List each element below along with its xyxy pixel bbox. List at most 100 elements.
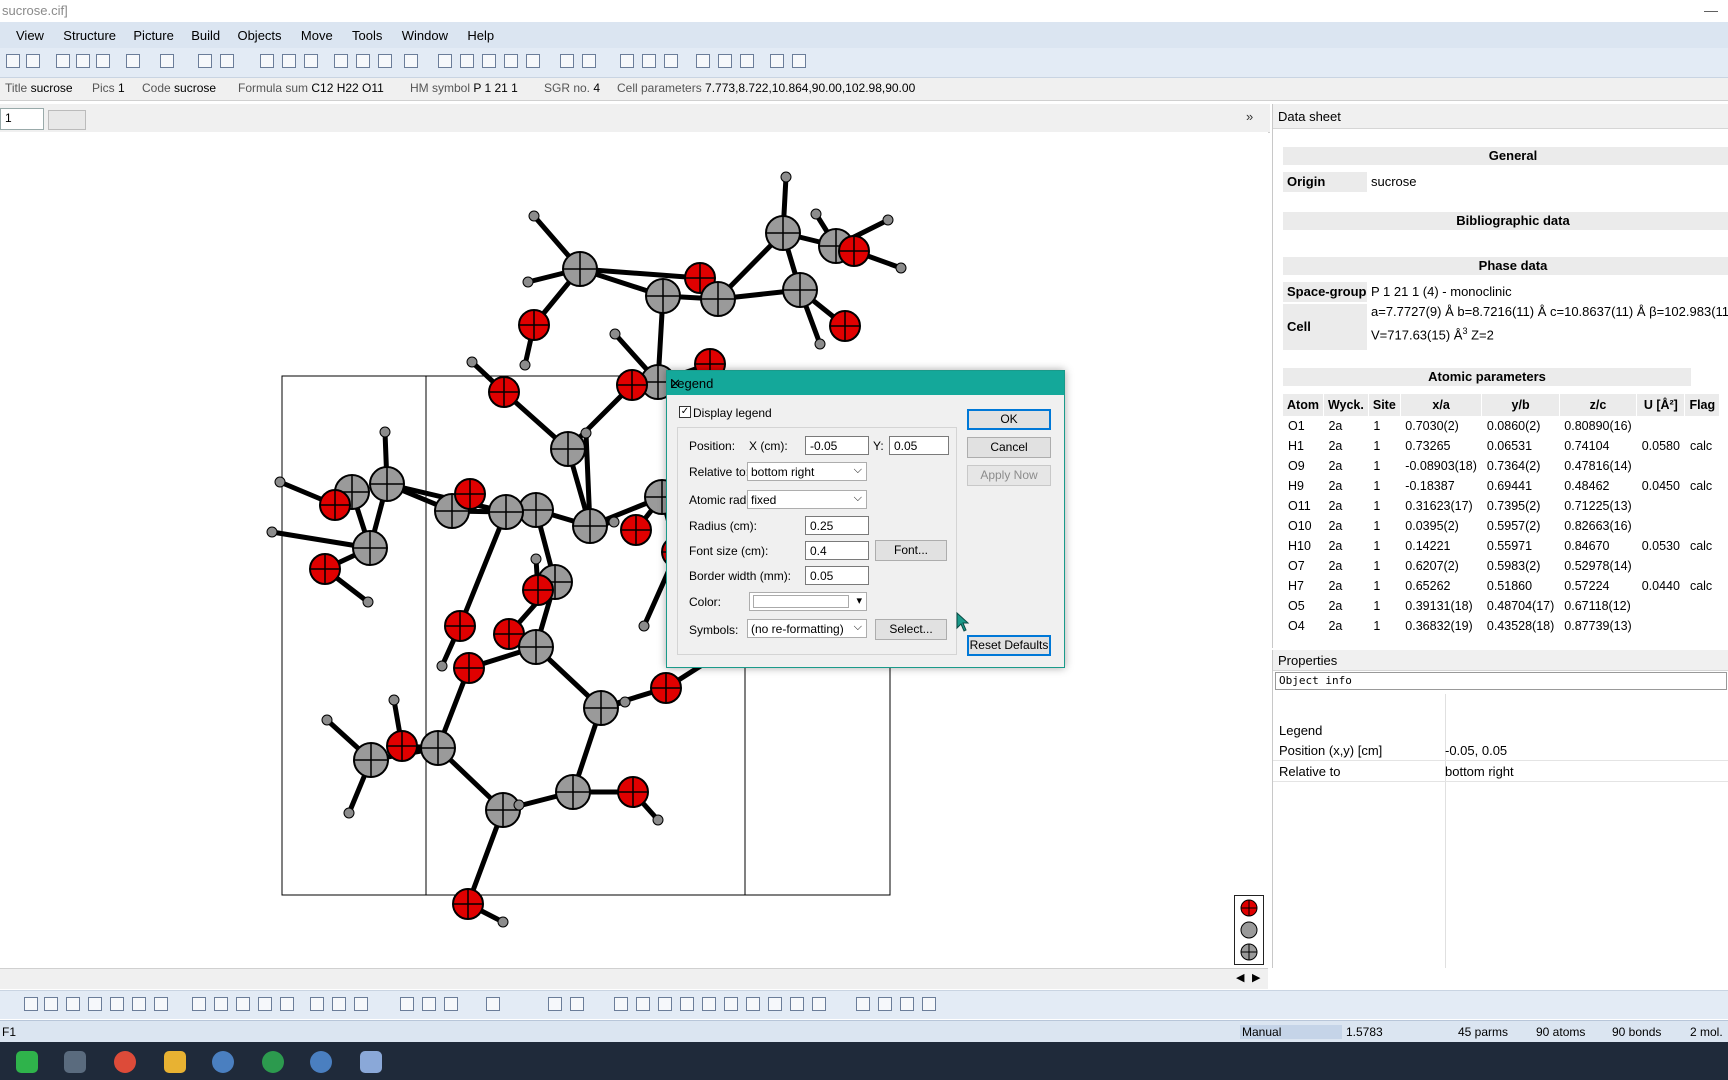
polyhedra-icon[interactable] [110,997,124,1011]
oxygen-atom[interactable] [522,574,554,606]
hydrogen-atom[interactable] [362,596,374,608]
remove-icon[interactable] [444,997,458,1011]
hexagon-icon[interactable] [192,997,206,1011]
table-row[interactable]: H9 2a 1 -0.18387 0.69441 0.48462 0.0450 calc [1283,476,1720,496]
table-row[interactable]: O10 2a 1 0.0395(2) 0.5957(2) 0.82663(16) [1283,516,1720,536]
color-select[interactable]: ▾ [749,592,867,611]
font-size-input[interactable] [805,541,869,560]
move-icon[interactable] [636,997,650,1011]
carbon-atom[interactable] [353,742,389,778]
atom-legend-box[interactable] [1234,895,1264,965]
table-row[interactable]: O11 2a 1 0.31623(17) 0.7395(2) 0.71225(13) [1283,496,1720,516]
undo-icon[interactable] [126,54,140,68]
atomic-radii-select[interactable]: fixed ⌵ [747,490,867,509]
diamond-icon[interactable] [360,1051,382,1073]
hydrogen-atom[interactable] [266,526,278,538]
measure2-icon[interactable] [790,997,804,1011]
hydrogen-atom[interactable] [814,338,826,350]
carbon-atom[interactable] [782,272,818,308]
triangle-tool-icon[interactable] [878,997,892,1011]
image-icon[interactable] [504,54,518,68]
carbon-atom[interactable] [518,492,554,528]
carbon-atom[interactable] [572,508,608,544]
oxygen-atom[interactable] [453,652,485,684]
arrow-left-icon[interactable] [560,54,574,68]
scroll-right-icon[interactable]: ▶ [1252,971,1260,984]
hydrogen-atom[interactable] [895,262,907,274]
home-icon[interactable] [746,997,760,1011]
cancel-button[interactable]: Cancel [967,437,1051,458]
hydrogen-atom[interactable] [513,799,525,811]
menu-help[interactable]: Help [467,28,494,43]
copy-icon[interactable] [76,54,90,68]
angle-icon[interactable] [724,997,738,1011]
table-row[interactable]: H1 2a 1 0.73265 0.06531 0.74104 0.0580 calc [1283,436,1720,456]
hydrogen-atom[interactable] [343,807,355,819]
hydrogen-atom[interactable] [810,208,822,220]
refresh-icon[interactable] [304,54,318,68]
menu-structure[interactable]: Structure [63,28,116,43]
frame3-icon[interactable] [378,54,392,68]
rotate-tool-icon[interactable] [658,997,672,1011]
carbon-atom[interactable] [645,278,681,314]
cut-icon[interactable] [56,54,70,68]
tab-menu-button[interactable] [48,110,86,130]
network-icon[interactable] [236,997,250,1011]
oxygen-atom[interactable] [838,235,870,267]
structure-canvas[interactable] [0,132,1268,967]
table-row[interactable]: O7 2a 1 0.6207(2) 0.5983(2) 0.52978(14) [1283,556,1720,576]
x-input[interactable] [805,436,869,455]
frame2-icon[interactable] [356,54,370,68]
app2-icon[interactable] [310,1051,332,1073]
oxygen-atom[interactable] [452,888,484,920]
minimize-icon[interactable]: — [1704,2,1718,18]
menu-view[interactable]: View [16,28,44,43]
apply-now-button[interactable]: Apply Now [967,465,1051,486]
print-icon[interactable] [26,54,40,68]
hydrogen-atom[interactable] [652,814,664,826]
chain-icon[interactable] [354,997,368,1011]
globe-icon[interactable] [526,54,540,68]
table-row[interactable]: O4 2a 1 0.36832(19) 0.43528(18) 0.87739(13) [1283,616,1720,636]
table-row[interactable]: O5 2a 1 0.39131(18) 0.48704(17) 0.67118(12) [1283,596,1720,616]
cell-icon[interactable] [400,997,414,1011]
hydrogen-atom[interactable] [379,426,391,438]
carbon-atom[interactable] [369,466,405,502]
table-row[interactable]: H10 2a 1 0.14221 0.55971 0.84670 0.0530 calc [1283,536,1720,556]
monitor-icon[interactable] [438,54,452,68]
hydrogen-atom[interactable] [388,694,400,706]
add-atom-icon[interactable] [66,997,80,1011]
molecule-icon[interactable] [132,997,146,1011]
carbon-atom[interactable] [562,251,598,287]
settings-icon[interactable] [770,54,784,68]
oxygen-atom[interactable] [488,376,520,408]
table2-icon[interactable] [664,54,678,68]
new-file-icon[interactable] [6,54,20,68]
carbon-atom[interactable] [583,690,619,726]
carbon-atom[interactable] [420,730,456,766]
sphere-icon[interactable] [154,997,168,1011]
cross-icon[interactable] [258,997,272,1011]
atoms-icon[interactable] [44,997,58,1011]
oxygen-atom[interactable] [620,514,652,546]
oxygen-atom[interactable] [454,478,486,510]
list-icon[interactable] [620,54,634,68]
display-legend-checkbox[interactable]: ✓ [679,406,691,418]
hydrogen-atom[interactable] [522,276,534,288]
wechat-icon[interactable] [16,1051,38,1073]
tab-picture-1[interactable]: 1 [0,108,44,130]
cluster-icon[interactable] [332,997,346,1011]
translate-icon[interactable] [680,997,694,1011]
file-explorer-icon[interactable] [164,1051,186,1073]
export-icon[interactable] [482,54,496,68]
hydrogen-atom[interactable] [466,356,478,368]
hydrogen-atom[interactable] [497,916,509,928]
hydrogen-atom[interactable] [519,359,531,371]
oxygen-atom[interactable] [518,309,550,341]
select-pointer-icon[interactable] [614,997,628,1011]
menu-window[interactable]: Window [402,28,448,43]
delete-icon[interactable] [280,997,294,1011]
zoom-icon[interactable] [702,997,716,1011]
canvas-horizontal-scrollbar[interactable]: ◀ ▶ [0,968,1268,989]
font-button[interactable]: Font... [875,540,947,561]
